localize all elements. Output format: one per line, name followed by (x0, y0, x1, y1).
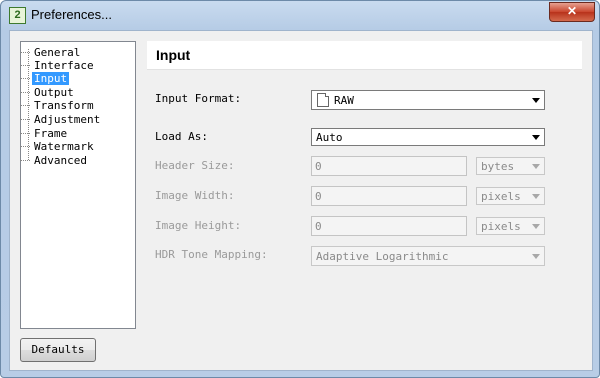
tree-branch (20, 133, 30, 134)
file-icon (317, 93, 329, 107)
tree-item-label: Adjustment (34, 113, 101, 126)
tree-item-input[interactable]: Input (20, 72, 70, 85)
header-size-unit-select[interactable]: bytes (476, 157, 545, 175)
image-width-unit: pixels (481, 190, 521, 203)
tree-item-interface[interactable]: Interface (20, 59, 96, 72)
category-tree[interactable]: General Interface Input Output Transform… (20, 41, 136, 329)
image-width-input[interactable]: 0 (311, 186, 467, 206)
hdr-tone-mapping-select[interactable]: Adaptive Logarithmic (311, 246, 545, 266)
defaults-button[interactable]: Defaults (20, 338, 96, 362)
app-icon: 2 (9, 7, 26, 24)
tree-item-label: Watermark (34, 140, 94, 153)
tree-item-label: Transform (34, 99, 94, 112)
image-height-input[interactable]: 0 (311, 216, 467, 236)
input-format-select[interactable]: RAW (311, 90, 545, 110)
tree-item-label: Frame (34, 127, 68, 140)
dialog-body: General Interface Input Output Transform… (9, 30, 593, 371)
title-bar: 2 Preferences... ✕ (1, 1, 599, 29)
image-width-value: 0 (315, 190, 322, 203)
panel-header: Input (147, 41, 582, 70)
tree-branch (20, 119, 30, 120)
image-height-unit: pixels (481, 220, 521, 233)
window-title: Preferences... (31, 7, 112, 22)
header-size-unit: bytes (481, 160, 515, 173)
image-height-value: 0 (315, 220, 322, 233)
panel-title: Input (156, 47, 191, 63)
input-format-value: RAW (334, 94, 354, 107)
tree-item-transform[interactable]: Transform (20, 99, 96, 112)
image-height-label: Image Height: (155, 219, 242, 232)
chevron-down-icon (532, 98, 540, 103)
tree-branch (20, 105, 30, 106)
image-height-unit-select[interactable]: pixels (476, 217, 545, 235)
header-size-label: Header Size: (155, 159, 235, 172)
tree-branch (20, 92, 30, 93)
chevron-down-icon (532, 164, 540, 169)
tree-item-label: Output (34, 86, 74, 99)
header-size-input[interactable]: 0 (311, 156, 467, 176)
tree-item-watermark[interactable]: Watermark (20, 140, 96, 153)
tree-item-output[interactable]: Output (20, 86, 76, 99)
tree-item-label: Interface (34, 59, 94, 72)
image-width-label: Image Width: (155, 189, 235, 202)
tree-item-label: General (34, 46, 81, 59)
tree-item-general[interactable]: General (20, 46, 82, 59)
tree-item-frame[interactable]: Frame (20, 127, 69, 140)
chevron-down-icon (532, 224, 540, 229)
hdr-tone-mapping-value: Adaptive Logarithmic (316, 250, 449, 263)
header-size-value: 0 (315, 160, 322, 173)
tree-branch (20, 78, 30, 79)
chevron-down-icon (532, 254, 540, 259)
tree-item-adjustment[interactable]: Adjustment (20, 113, 102, 126)
tree-item-label: Input (34, 72, 68, 85)
input-format-label: Input Format: (155, 92, 242, 105)
tree-branch (20, 52, 30, 53)
load-as-label: Load As: (155, 130, 208, 143)
chevron-down-icon (532, 135, 540, 140)
chevron-down-icon (532, 194, 540, 199)
hdr-tone-mapping-label: HDR Tone Mapping: (155, 248, 268, 261)
tree-item-label: Advanced (34, 154, 87, 167)
tree-item-advanced[interactable]: Advanced (20, 154, 89, 167)
image-width-unit-select[interactable]: pixels (476, 187, 545, 205)
load-as-select[interactable]: Auto (311, 128, 545, 146)
tree-branch (20, 146, 30, 147)
close-button[interactable]: ✕ (549, 2, 595, 22)
tree-branch (20, 65, 30, 66)
load-as-value: Auto (316, 131, 343, 144)
preferences-window: 2 Preferences... ✕ General Interface Inp… (0, 0, 600, 378)
tree-branch (20, 160, 30, 161)
